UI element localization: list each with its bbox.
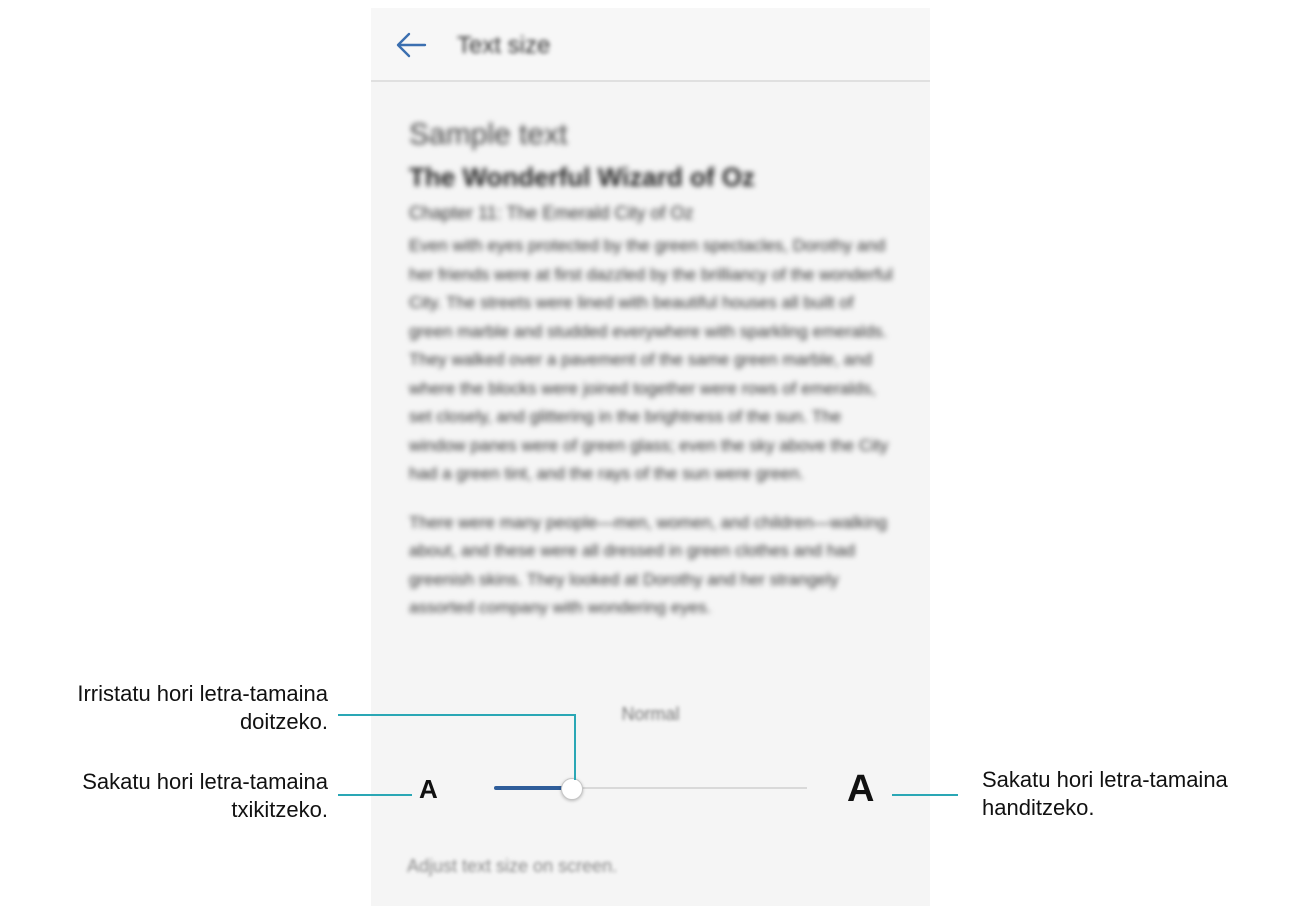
sample-heading: Sample text <box>409 118 568 151</box>
callout-increase: Sakatu hori letra-tamaina handitzeko. <box>982 766 1302 822</box>
back-button[interactable] <box>393 30 429 60</box>
callout-increase-line1: Sakatu hori letra-tamaina <box>982 767 1228 792</box>
page-title: Text size <box>457 32 551 59</box>
callout-slider-line2: doitzeko. <box>239 709 328 734</box>
top-bar: Text size <box>371 8 930 82</box>
sample-text-preview: Sample text The Wonderful Wizard of Oz C… <box>409 112 899 643</box>
increase-text-size-button[interactable]: A <box>847 768 874 811</box>
text-size-value: Normal <box>621 704 680 724</box>
callout-decrease: Sakatu hori letra-tamaina txikitzeko. <box>6 768 328 824</box>
text-size-slider[interactable] <box>494 768 807 808</box>
callout-decrease-line2: txikitzeko. <box>231 797 328 822</box>
sample-paragraph: Even with eyes protected by the green sp… <box>409 236 893 483</box>
decrease-text-size-button[interactable]: A <box>419 774 438 805</box>
book-title: The Wonderful Wizard of Oz <box>409 162 755 192</box>
sample-paragraph: There were many people—men, women, and c… <box>409 512 888 618</box>
arrow-left-icon <box>396 32 427 58</box>
phone-screen: Text size Sample text The Wonderful Wiza… <box>371 8 930 906</box>
annotated-screenshot: Text size Sample text The Wonderful Wiza… <box>0 0 1313 906</box>
slider-thumb[interactable] <box>561 778 583 800</box>
callout-decrease-line1: Sakatu hori letra-tamaina <box>82 769 328 794</box>
callout-increase-line2: handitzeko. <box>982 795 1095 820</box>
callout-slider-line1: Irristatu hori letra-tamaina <box>77 681 328 706</box>
hint-text: Adjust text size on screen. <box>407 856 618 876</box>
chapter-title: Chapter 11: The Emerald City of Oz <box>409 203 694 223</box>
preview-fade <box>371 608 930 678</box>
callout-slider: Irristatu hori letra-tamaina doitzeko. <box>6 680 328 736</box>
